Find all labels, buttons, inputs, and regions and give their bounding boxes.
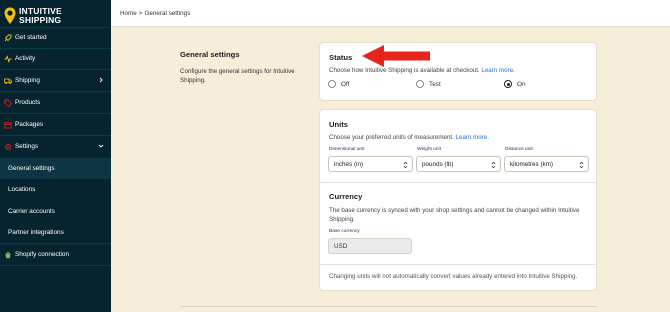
breadcrumb-separator: > [138,9,143,17]
sidebar-item-label: Locations [8,186,36,193]
sidebar-item-label: Shopify connection [15,251,70,258]
sidebar-item-label: Products [15,99,41,106]
breadcrumb-home-link[interactable]: Home [120,10,137,17]
base-currency-value: USD [334,242,348,250]
sidebar-item-shipping[interactable]: Shipping [0,70,111,91]
distance-unit-value: kilometres (km) [510,160,554,168]
select-arrows-icon [403,161,408,169]
dimensional-unit-value: inches (in) [334,160,364,168]
sidebar-item-label: General settings [8,165,55,172]
breadcrumb: Home > General settings [111,0,670,27]
brand-logo[interactable]: INTUITIVE SHIPPING [0,0,111,28]
distance-unit-label: Distance unit [505,147,533,152]
currency-title: Currency [329,192,363,201]
radio-off[interactable] [328,80,336,88]
status-option-on[interactable]: On [504,80,526,88]
annotation-arrow-icon [362,45,430,67]
radio-test[interactable] [416,80,424,88]
units-learn-more-link[interactable]: Learn more. [456,134,489,141]
location-pin-icon [4,7,16,24]
dimensional-unit-label: Dimensional unit [329,147,365,152]
units-title: Units [329,120,348,129]
status-option-test[interactable]: Test [416,80,441,88]
sidebar-item-partner-integrations[interactable]: Partner integrations [0,222,111,243]
currency-description: The base currency is synced with your sh… [329,207,580,223]
weight-unit-label: Weight unit [417,147,441,152]
base-currency-field: USD [328,238,412,254]
truck-icon [4,77,12,85]
sidebar-item-shopify-connection[interactable]: Shopify connection [0,244,111,265]
dimensional-unit-select[interactable]: inches (in) [328,156,413,172]
sidebar-item-label: Partner integrations [8,229,64,236]
status-title: Status [329,53,353,62]
distance-unit-select[interactable]: kilometres (km) [504,156,589,172]
sidebar-item-locations[interactable]: Locations [0,179,111,200]
status-option-label: Test [429,80,441,88]
gear-icon [4,143,12,151]
brand-name: INTUITIVE SHIPPING [19,5,62,25]
status-option-label: On [517,80,526,88]
breadcrumb-current: General settings [144,9,191,17]
sidebar-item-carrier-accounts[interactable]: Carrier accounts [0,201,111,222]
sidebar-divider [0,265,111,266]
card-divider [320,264,596,265]
status-learn-more-link[interactable]: Learn more. [481,67,514,74]
package-icon [4,121,12,129]
sidebar-item-label: Activity [15,55,36,62]
sidebar-item-general-settings[interactable]: General settings [0,158,111,179]
shopify-icon [4,251,12,259]
chevron-down-icon [98,144,104,148]
select-arrows-icon [579,161,584,169]
weight-unit-select[interactable]: pounds (lb) [416,156,501,172]
weight-unit-value: pounds (lb) [422,160,454,168]
sidebar-item-label: Shipping [15,77,40,84]
status-option-label: Off [341,80,350,88]
card-divider [320,182,596,183]
page-divider [180,306,597,307]
tag-icon [4,98,12,107]
sidebar-item-settings[interactable]: Settings [0,136,111,157]
status-option-off[interactable]: Off [328,80,349,88]
select-arrows-icon [491,161,496,169]
sidebar-item-get-started[interactable]: Get started [0,27,111,48]
section-description: Configure the general settings for Intui… [180,68,295,84]
radio-on[interactable] [504,80,512,88]
units-currency-card: Units Choose your preferred units of mea… [319,109,597,291]
chevron-right-icon [99,77,103,83]
section-title: General settings [180,50,240,59]
units-description: Choose your preferred units of measureme… [329,134,589,143]
sidebar-item-packages[interactable]: Packages [0,114,111,135]
units-description-text: Choose your preferred units of measureme… [329,134,454,141]
activity-icon [4,54,12,63]
sidebar-item-activity[interactable]: Activity [0,48,111,69]
sidebar-item-label: Get started [15,34,47,41]
sidebar-item-label: Carrier accounts [8,208,55,215]
sidebar-item-products[interactable]: Products [0,92,111,113]
units-footer-note: Changing units will not automatically co… [329,273,578,280]
rocket-icon [4,34,12,42]
base-currency-label: Base currency [329,229,360,234]
sidebar-item-label: Settings [15,143,39,150]
sidebar-item-label: Packages [15,121,44,128]
sidebar: INTUITIVE SHIPPING Get started Activity … [0,0,111,312]
